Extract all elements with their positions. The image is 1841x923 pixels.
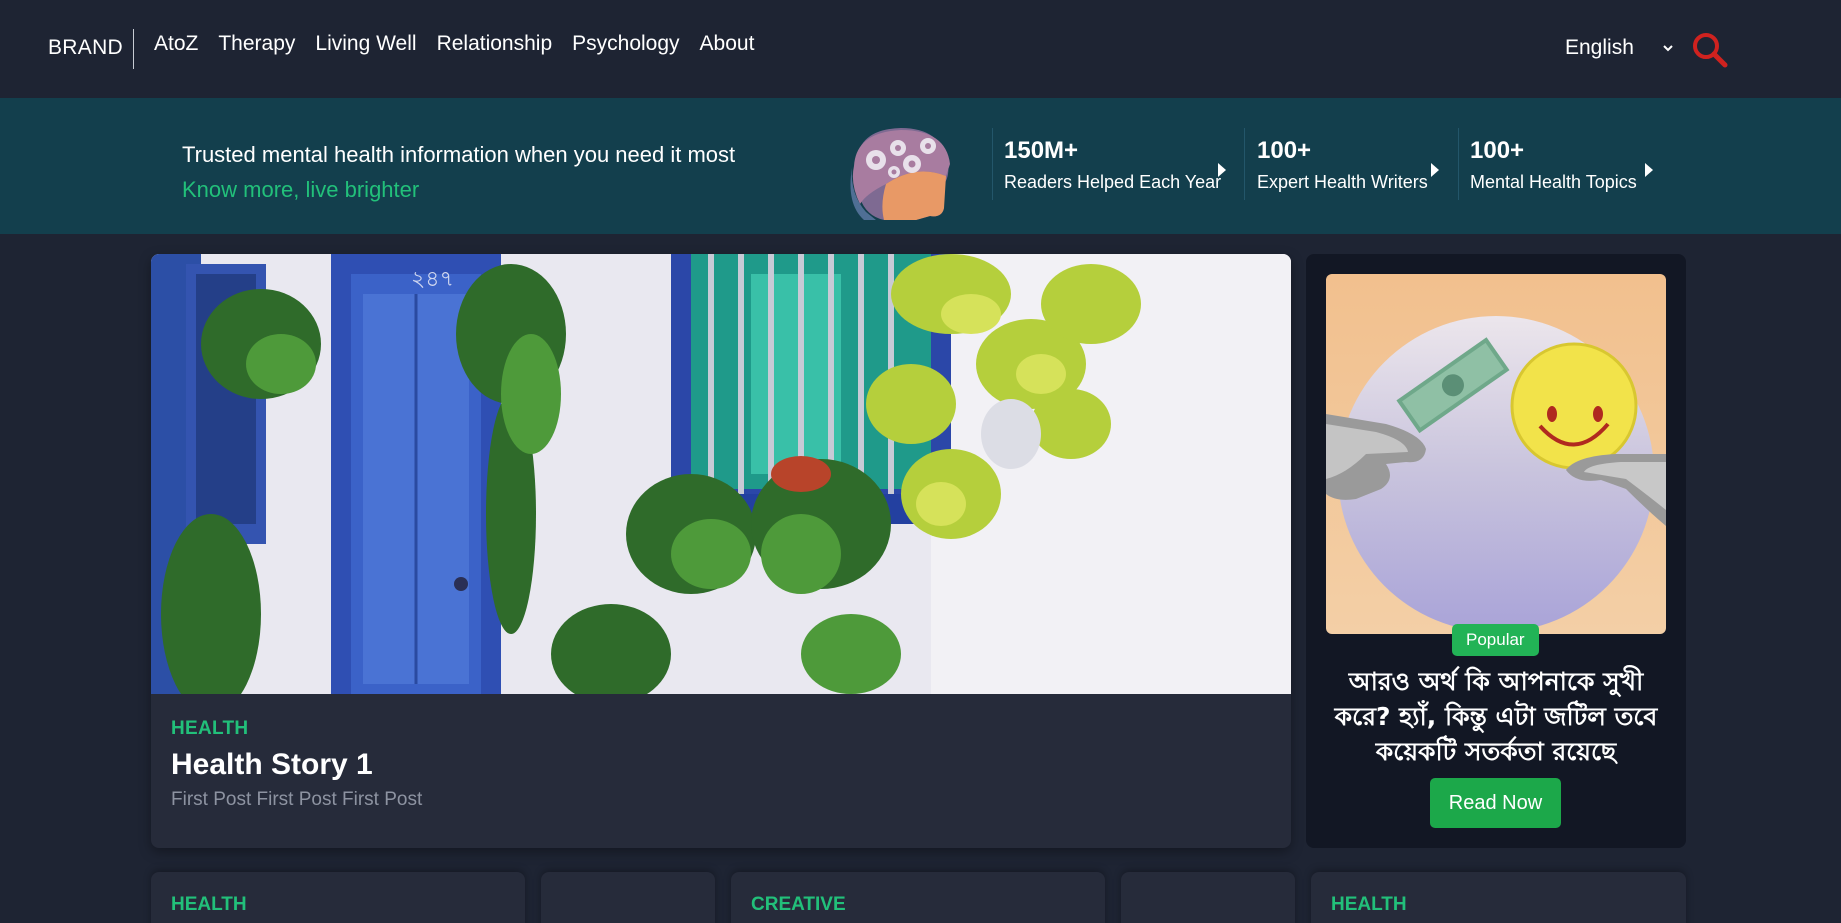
post-card[interactable]: HEALTH (1311, 872, 1686, 923)
stat-number: 100+ (1257, 137, 1312, 164)
post-category[interactable]: CREATIVE (751, 894, 846, 916)
read-now-button[interactable]: Read Now (1430, 778, 1561, 828)
nav-links: AtoZ Therapy Living Well Relationship Ps… (154, 32, 774, 56)
search-icon[interactable] (1690, 30, 1730, 70)
stat-number: 100+ (1470, 137, 1525, 164)
featured-post-image: ২৪৭ (151, 254, 1291, 694)
popular-post-card: Popular আরও অর্থ কি আপনাকে সুখী করে? হ্য… (1306, 254, 1686, 848)
post-title[interactable]: Health Story 1 (171, 748, 373, 782)
stat-label: Mental Health Topics (1470, 172, 1637, 192)
banner-subtitle: Know more, live brighter (182, 177, 420, 202)
stat-writers[interactable]: 100+ Expert Health Writers (1257, 137, 1428, 193)
stat-label: Expert Health Writers (1257, 172, 1428, 192)
post-category[interactable]: HEALTH (1331, 894, 1407, 916)
stat-number: 150M+ (1004, 137, 1079, 164)
language-value: English (1565, 36, 1634, 59)
post-card[interactable]: HEALTH (151, 872, 525, 923)
nav-link-psychology[interactable]: Psychology (572, 32, 679, 56)
popular-post-title[interactable]: আরও অর্থ কি আপনাকে সুখী করে? হ্যাঁ, কিন্… (1326, 664, 1666, 769)
chevron-down-icon (1663, 45, 1673, 52)
nav-link-about[interactable]: About (700, 32, 755, 56)
caret-right-icon[interactable] (1218, 163, 1226, 177)
banner-title: Trusted mental health information when y… (182, 142, 736, 167)
post-category[interactable]: HEALTH (171, 718, 248, 740)
stat-label: Readers Helped Each Year (1004, 172, 1222, 192)
post-card[interactable] (541, 872, 715, 923)
door-number: ২৪৭ (411, 267, 454, 292)
post-excerpt: First Post First Post First Post (171, 789, 423, 810)
stat-separator (1458, 128, 1459, 200)
stat-readers[interactable]: 150M+ Readers Helped Each Year (1004, 137, 1221, 193)
post-category[interactable]: HEALTH (171, 894, 247, 916)
caret-right-icon[interactable] (1431, 163, 1439, 177)
nav-link-therapy[interactable]: Therapy (218, 32, 295, 56)
caret-right-icon[interactable] (1645, 163, 1653, 177)
mind-gears-illustration (850, 128, 950, 220)
nav-link-living-well[interactable]: Living Well (315, 32, 416, 56)
post-card[interactable] (1121, 872, 1295, 923)
post-card[interactable]: CREATIVE (731, 872, 1105, 923)
stat-separator (992, 128, 993, 200)
brand-logo[interactable]: BRAND (48, 36, 123, 60)
nav-divider (133, 29, 134, 69)
popular-post-image (1326, 274, 1666, 634)
language-select[interactable]: English (1565, 36, 1674, 60)
nav-link-relationship[interactable]: Relationship (437, 32, 553, 56)
stat-topics[interactable]: 100+ Mental Health Topics (1470, 137, 1637, 193)
top-nav: BRAND AtoZ Therapy Living Well Relations… (0, 0, 1841, 98)
featured-post-card[interactable]: ২৪৭ HEALTH Health Story 1 First Post Fir… (151, 254, 1291, 848)
nav-link-atoz[interactable]: AtoZ (154, 32, 198, 56)
popular-badge: Popular (1452, 624, 1539, 656)
stat-separator (1244, 128, 1245, 200)
